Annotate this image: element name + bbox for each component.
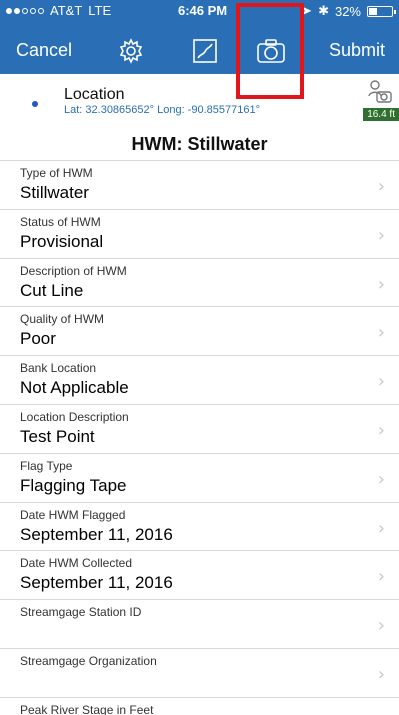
chevron-right-icon: ›: [377, 517, 385, 539]
survey-camera-icon[interactable]: [365, 78, 393, 106]
field-row-streamgage-station-id[interactable]: Streamgage Station ID ›: [0, 599, 399, 648]
chevron-right-icon: ›: [377, 419, 385, 441]
battery-percent: 32%: [334, 3, 361, 19]
field-row-quality-of-hwm[interactable]: Quality of HWM Poor ›: [0, 306, 399, 355]
status-right: ➤ ✱ 32%: [301, 3, 396, 19]
carrier-text: AT&T: [50, 3, 83, 18]
field-label: Streamgage Station ID: [20, 605, 142, 620]
field-value: Not Applicable: [20, 378, 129, 398]
battery-icon: [367, 5, 396, 17]
location-arrow-icon: ➤: [301, 3, 313, 18]
field-row-location-description[interactable]: Location Description Test Point ›: [0, 403, 399, 453]
field-label: Status of HWM: [20, 214, 101, 229]
field-value: Poor: [20, 329, 56, 349]
signal-icon: [6, 7, 44, 14]
field-label: Peak River Stage in Feet: [20, 702, 154, 715]
field-value: September 11, 2016: [20, 524, 173, 544]
chevron-right-icon: ›: [377, 224, 385, 246]
field-label: Quality of HWM: [20, 312, 105, 327]
bluetooth-icon: ✱: [318, 3, 329, 18]
status-time: 6:46 PM: [178, 3, 228, 18]
chevron-right-icon: ›: [377, 322, 385, 344]
status-left: AT&T LTE: [6, 3, 111, 18]
location-dot-icon: [32, 101, 38, 107]
chevron-right-icon: ›: [377, 663, 385, 685]
location-section[interactable]: Location Lat: 32.30865652° Long: -90.855…: [0, 78, 399, 134]
field-row-peak-river-stage[interactable]: Peak River Stage in Feet ›: [0, 696, 399, 715]
field-value: September 11, 2016: [20, 573, 173, 593]
chevron-right-icon: ›: [377, 273, 385, 295]
top-bar: AT&T LTE 6:46 PM ➤ ✱ 32% Cancel Submit: [0, 0, 399, 74]
camera-icon[interactable]: [256, 36, 286, 66]
submit-button[interactable]: Submit: [329, 40, 385, 61]
section-title: HWM: Stillwater: [131, 134, 268, 154]
field-row-flag-type[interactable]: Flag Type Flagging Tape ›: [0, 452, 399, 502]
field-value: Provisional: [20, 231, 104, 251]
field-label: Bank Location: [20, 361, 97, 376]
field-label: Location Description: [20, 409, 129, 424]
gear-icon[interactable]: [116, 36, 146, 66]
cancel-button[interactable]: Cancel: [16, 40, 72, 61]
map-icon[interactable]: [190, 36, 220, 66]
chevron-right-icon: ›: [377, 176, 385, 197]
network-text: LTE: [88, 3, 112, 18]
chevron-right-icon: ›: [377, 468, 385, 490]
field-row-date-collected[interactable]: Date HWM Collected September 11, 2016 ›: [0, 550, 399, 599]
field-value: Test Point: [20, 426, 95, 446]
field-label: Flag Type: [20, 458, 73, 473]
field-value: Cut Line: [20, 280, 84, 300]
field-label: Date HWM Collected: [20, 556, 133, 571]
field-row-type-of-hwm[interactable]: Type of HWM Stillwater ›: [0, 160, 399, 209]
field-value: Flagging Tape: [20, 475, 127, 495]
field-row-date-flagged[interactable]: Date HWM Flagged September 11, 2016 ›: [0, 501, 399, 551]
field-label: Description of HWM: [20, 263, 127, 278]
location-coords: Lat: 32.30865652° Long: -90.85577161°: [64, 104, 260, 116]
field-row-bank-location[interactable]: Bank Location Not Applicable ›: [0, 355, 399, 404]
location-title: Location: [64, 86, 125, 103]
hwm-field-list: Type of HWM Stillwater › Status of HWM P…: [0, 160, 399, 715]
field-value: Stillwater: [20, 183, 89, 202]
elevation-badge: 16.4 ft: [363, 108, 399, 121]
field-label: Type of HWM: [20, 166, 93, 180]
field-row-status-of-hwm[interactable]: Status of HWM Provisional ›: [0, 208, 399, 258]
nav-bar: Cancel Submit: [0, 30, 399, 70]
field-row-description-of-hwm[interactable]: Description of HWM Cut Line ›: [0, 257, 399, 307]
field-row-streamgage-organization[interactable]: Streamgage Organization ›: [0, 647, 399, 697]
status-bar: AT&T LTE 6:46 PM ➤ ✱ 32%: [0, 0, 399, 20]
chevron-right-icon: ›: [377, 371, 385, 393]
chevron-right-icon: ›: [377, 566, 385, 588]
chevron-right-icon: ›: [377, 615, 385, 637]
field-label: Date HWM Flagged: [20, 507, 126, 522]
field-label: Streamgage Organization: [20, 653, 157, 668]
